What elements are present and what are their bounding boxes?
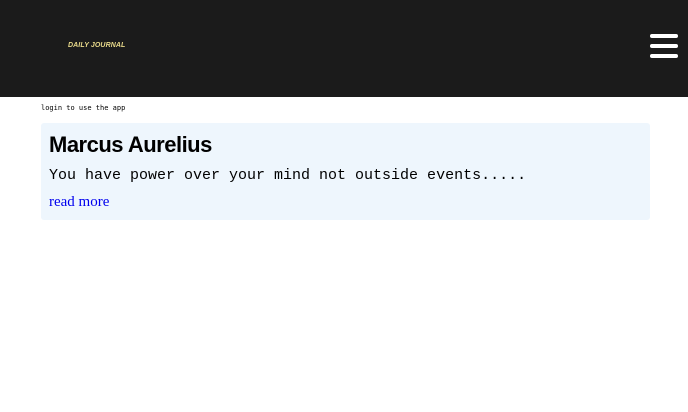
site-logo[interactable]: DAILY JOURNAL [68, 42, 125, 49]
post-excerpt: You have power over your mind not outsid… [49, 167, 527, 184]
post-title: Marcus Aurelius [49, 132, 212, 157]
read-more-link[interactable]: read more [49, 194, 109, 211]
hamburger-menu-icon[interactable] [648, 33, 680, 61]
post-card: Marcus Aurelius You have power over your… [41, 123, 650, 220]
top-header: DAILY JOURNAL [0, 0, 688, 97]
menu-bar [650, 34, 678, 38]
menu-bar [650, 44, 678, 48]
login-note: login to use the app [41, 104, 126, 112]
menu-bar [650, 54, 678, 58]
